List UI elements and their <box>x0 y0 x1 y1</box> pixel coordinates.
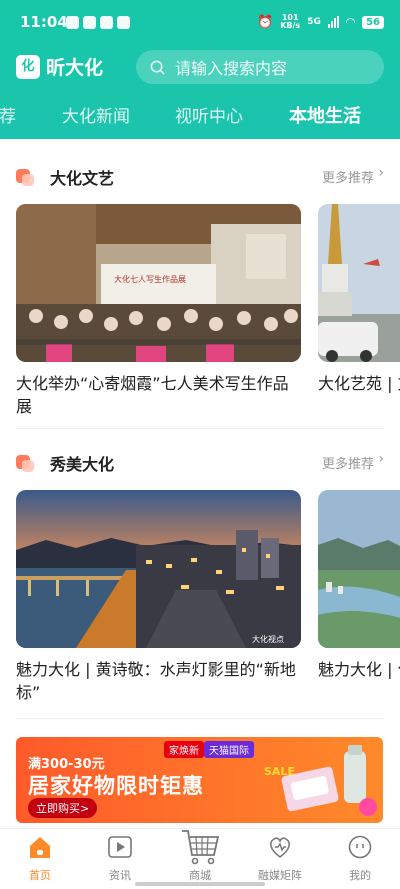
nav-label: 融媒矩阵 <box>258 869 302 882</box>
app-bar: 化 昕大化 请输入搜索内容 <box>0 44 400 90</box>
image-watermark: 大化视点 <box>252 634 284 644</box>
wechat-icon <box>66 16 79 29</box>
section-icon <box>16 167 36 187</box>
tmall-global-badge: 天猫国际 <box>204 741 254 758</box>
status-time: 11:04 <box>20 13 68 31</box>
nav-label: 我的 <box>349 869 371 882</box>
signal-label: 5G <box>307 17 321 27</box>
signal-icon <box>327 16 339 28</box>
section-divider <box>16 718 384 719</box>
smile-icon <box>348 835 372 859</box>
cart-icon <box>182 830 220 865</box>
promo-products-image: SALE <box>264 745 377 816</box>
promo-banner[interactable]: 家焕新 天猫国际 满300-30元 居家好物限时钜惠 立即购买> SALE <box>16 737 383 823</box>
chevron-right-icon[interactable]: › <box>378 165 384 181</box>
buy-now-button[interactable]: 立即购买> <box>28 798 98 818</box>
nav-news[interactable]: 资讯 <box>80 829 160 889</box>
status-bar: 11:04 ⏰ 101 KB/s 5G ◠ 56 <box>0 0 400 44</box>
nav-mall[interactable]: 商城 <box>160 829 240 889</box>
article-thumbnail[interactable] <box>318 490 400 648</box>
more-recommend-link[interactable]: 更多推荐 <box>322 167 374 186</box>
article-thumbnail[interactable]: 大化七人写生作品展 <box>16 204 301 362</box>
tab-recommend[interactable]: 推荐 <box>0 102 16 127</box>
sale-badge: SALE <box>264 765 295 778</box>
tab-dahua-news[interactable]: 大化新闻 <box>62 102 130 127</box>
promo-tag: 家焕新 <box>164 741 204 758</box>
nav-label: 商城 <box>189 869 211 882</box>
tab-av-center[interactable]: 视听中心 <box>175 102 243 127</box>
article-card[interactable]: 大化艺苑 | 文） <box>318 204 400 395</box>
channel-tabs: 推荐 大化新闻 视听中心 本地生活 <box>0 90 400 138</box>
home-icon <box>30 837 50 858</box>
search-placeholder: 请输入搜索内容 <box>175 59 288 78</box>
article-card[interactable]: 魅力大化 | 化云雾鹤家 <box>318 490 400 681</box>
article-title[interactable]: 大化举办“心寄烟霞”七人美术写生作品展 <box>16 372 301 418</box>
article-card[interactable]: 大化七人写生作品展 大化举办“心寄烟霞”七人美术写生作品展 <box>16 204 301 418</box>
section-header: 秀美大化 更多推荐 › <box>16 447 384 477</box>
section-title: 秀美大化 <box>50 455 115 474</box>
app-notification-icon <box>83 16 96 29</box>
home-indicator[interactable] <box>135 882 265 886</box>
article-card[interactable]: 大化视点 魅力大化 | 黄诗敬：水声灯影里的“新地标” <box>16 490 301 704</box>
chevron-right-icon[interactable]: › <box>378 451 384 467</box>
status-notification-icons <box>66 16 130 29</box>
app-notification-icon <box>117 16 130 29</box>
app-name: 昕大化 <box>46 57 104 79</box>
app-logo: 化 <box>16 55 40 79</box>
net-speed-unit: KB/s <box>280 21 301 30</box>
more-recommend-link[interactable]: 更多推荐 <box>322 453 374 472</box>
status-indicators: ⏰ 101 KB/s 5G ◠ 56 <box>257 14 384 30</box>
article-title[interactable]: 大化艺苑 | 文） <box>318 372 400 395</box>
article-thumbnail[interactable]: 大化视点 <box>16 490 301 648</box>
nav-label: 资讯 <box>109 869 131 882</box>
tab-local-life[interactable]: 本地生活 <box>289 102 361 128</box>
battery-indicator: 56 <box>362 15 384 29</box>
nav-mine[interactable]: 我的 <box>320 829 400 889</box>
play-icon <box>108 836 132 858</box>
section-divider <box>16 428 384 429</box>
nav-media-matrix[interactable]: 融媒矩阵 <box>240 829 320 889</box>
nav-label: 首页 <box>29 869 51 882</box>
nav-home[interactable]: 首页 <box>0 829 80 889</box>
content-feed: 大化文艺 更多推荐 › 大化七人写生作品展 大化举办“心寄烟霞”七人美术写生作品… <box>0 139 400 828</box>
bottom-navigation: 首页 资讯 商城 融媒矩阵 我的 <box>0 828 400 889</box>
promo-headline: 居家好物限时钜惠 <box>28 774 204 798</box>
top-header: 11:04 ⏰ 101 KB/s 5G ◠ 56 化 昕大化 请输入搜索内容 推… <box>0 0 400 139</box>
article-title[interactable]: 魅力大化 | 黄诗敬：水声灯影里的“新地标” <box>16 658 301 704</box>
net-speed: 101 KB/s <box>280 14 300 30</box>
wifi-icon: ◠ <box>345 15 356 29</box>
search-bar[interactable]: 请输入搜索内容 <box>136 50 384 84</box>
article-thumbnail[interactable] <box>318 204 400 362</box>
section-title: 大化文艺 <box>50 169 115 188</box>
alarm-icon: ⏰ <box>257 14 274 30</box>
section-header: 大化文艺 更多推荐 › <box>16 161 384 191</box>
banner-text: 大化七人写生作品展 <box>114 274 186 284</box>
section-icon <box>16 453 36 473</box>
app-notification-icon <box>100 16 113 29</box>
heart-icon <box>270 837 290 858</box>
search-icon <box>150 60 165 75</box>
article-title[interactable]: 魅力大化 | 化云雾鹤家 <box>318 658 400 681</box>
